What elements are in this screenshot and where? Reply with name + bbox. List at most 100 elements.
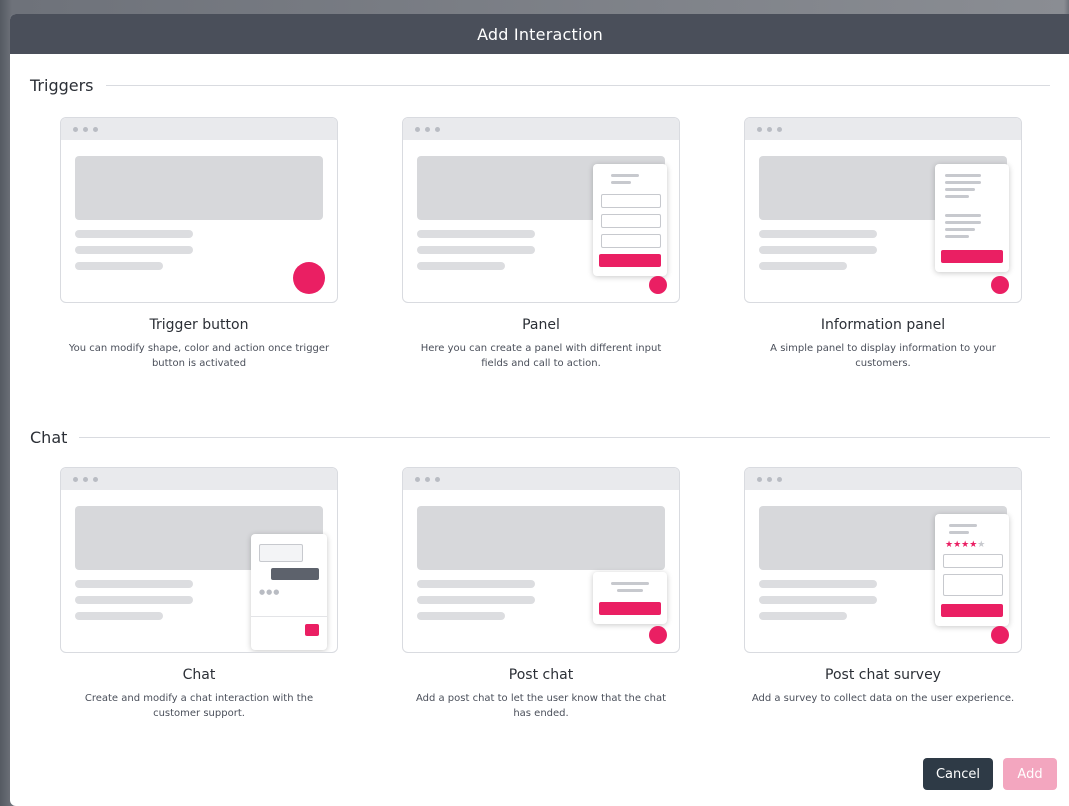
placeholder-line: [759, 230, 877, 238]
card-panel[interactable]: Panel Here you can create a panel with d…: [402, 117, 680, 371]
card-description: Create and modify a chat interaction wit…: [84, 693, 314, 719]
browser-bar: [61, 468, 337, 490]
window-dot-icon: [767, 126, 772, 132]
panel-line: [945, 174, 981, 177]
cancel-button[interactable]: Cancel: [923, 758, 993, 790]
chat-preview[interactable]: ●●●: [60, 467, 338, 653]
placeholder-line: [759, 596, 877, 604]
form-field: [601, 214, 661, 228]
card-title: Information panel: [820, 317, 946, 333]
card-description: A simple panel to display information to…: [770, 343, 996, 369]
chat-bubble-incoming: [259, 544, 303, 562]
card-post-chat-survey[interactable]: ★★★★★ Post chat survey Add a survey to c…: [744, 467, 1022, 706]
panel-line: [945, 221, 981, 224]
window-dot-icon: [425, 476, 430, 482]
window-dot-icon: [73, 126, 78, 132]
placeholder-line: [417, 612, 505, 620]
trigger-circle-icon: [991, 626, 1009, 644]
panel-line: [945, 195, 969, 198]
panel-line: [617, 589, 643, 592]
window-dot-icon: [93, 126, 98, 132]
window-dot-icon: [435, 476, 440, 482]
card-description: You can modify shape, color and action o…: [68, 343, 330, 369]
post-chat-preview[interactable]: [402, 467, 680, 653]
section-chat: Chat: [30, 428, 1050, 447]
information-panel-preview[interactable]: [744, 117, 1022, 303]
post-chat-panel-illustration: [593, 572, 667, 624]
browser-bar: [403, 468, 679, 490]
info-panel-illustration: [935, 164, 1009, 272]
trigger-circle-icon: [649, 626, 667, 644]
window-dot-icon: [415, 126, 420, 132]
placeholder-line: [417, 596, 535, 604]
placeholder-hero: [417, 506, 665, 570]
card-post-chat[interactable]: Post chat Add a post chat to let the use…: [402, 467, 680, 721]
typing-indicator-icon: ●●●: [259, 588, 281, 596]
card-information-panel[interactable]: Information panel A simple panel to disp…: [744, 117, 1022, 371]
panel-line: [945, 181, 981, 184]
form-field: [943, 574, 1003, 596]
card-trigger-button[interactable]: Trigger button You can modify shape, col…: [60, 117, 338, 371]
add-interaction-modal: Add Interaction Triggers Trigger button …: [10, 14, 1069, 806]
placeholder-hero: [75, 156, 323, 220]
browser-bar: [745, 468, 1021, 490]
browser-bar: [745, 118, 1021, 140]
add-button[interactable]: Add: [1003, 758, 1057, 790]
placeholder-line: [75, 580, 193, 588]
panel-line: [949, 531, 969, 534]
placeholder-line: [759, 612, 847, 620]
form-field: [943, 554, 1003, 568]
section-divider: [105, 85, 1050, 86]
panel-line: [611, 174, 639, 177]
trigger-circle-icon: [293, 262, 325, 294]
card-title: Chat: [182, 667, 216, 683]
card-description: Here you can create a panel with differe…: [420, 343, 662, 369]
placeholder-line: [75, 262, 163, 270]
placeholder-line: [417, 246, 535, 254]
card-title: Trigger button: [149, 317, 249, 333]
form-panel-illustration: [593, 164, 667, 276]
placeholder-line: [759, 246, 877, 254]
window-dot-icon: [83, 476, 88, 482]
card-title: Post chat: [508, 667, 574, 683]
window-dot-icon: [777, 476, 782, 482]
section-title-chat: Chat: [30, 428, 68, 447]
section-divider: [79, 437, 1050, 438]
browser-bar: [403, 118, 679, 140]
cta-button-illustration: [941, 250, 1003, 263]
panel-line: [611, 582, 649, 585]
trigger-circle-icon: [649, 276, 667, 294]
card-title: Panel: [522, 317, 560, 333]
panel-line: [611, 181, 631, 184]
trigger-circle-icon: [991, 276, 1009, 294]
post-chat-survey-preview[interactable]: ★★★★★: [744, 467, 1022, 653]
modal-header: Add Interaction: [10, 14, 1069, 54]
window-dot-icon: [767, 476, 772, 482]
placeholder-line: [417, 262, 505, 270]
placeholder-line: [75, 246, 193, 254]
placeholder-line: [759, 580, 877, 588]
placeholder-line: [417, 580, 535, 588]
trigger-button-preview[interactable]: [60, 117, 338, 303]
panel-preview[interactable]: [402, 117, 680, 303]
panel-line: [945, 228, 975, 231]
send-button-illustration: [305, 624, 319, 636]
window-dot-icon: [83, 126, 88, 132]
placeholder-line: [75, 596, 193, 604]
chat-bubble-outgoing: [271, 568, 319, 580]
card-chat[interactable]: ●●● Chat Create and modify a chat intera…: [60, 467, 338, 721]
card-description: Add a survey to collect data on the user…: [751, 693, 1015, 704]
placeholder-line: [75, 612, 163, 620]
modal-title: Add Interaction: [477, 24, 603, 44]
card-title: Post chat survey: [825, 667, 941, 683]
cta-button-illustration: [599, 602, 661, 615]
chat-window-illustration: ●●●: [251, 534, 327, 650]
rating-stars-icon: ★★★★★: [945, 540, 986, 550]
window-dot-icon: [415, 476, 420, 482]
cta-button-illustration: [941, 604, 1003, 617]
section-title-triggers: Triggers: [30, 76, 94, 95]
form-field: [601, 234, 661, 248]
window-dot-icon: [757, 476, 762, 482]
window-dot-icon: [425, 126, 430, 132]
card-description: Add a post chat to let the user know tha…: [415, 693, 667, 719]
